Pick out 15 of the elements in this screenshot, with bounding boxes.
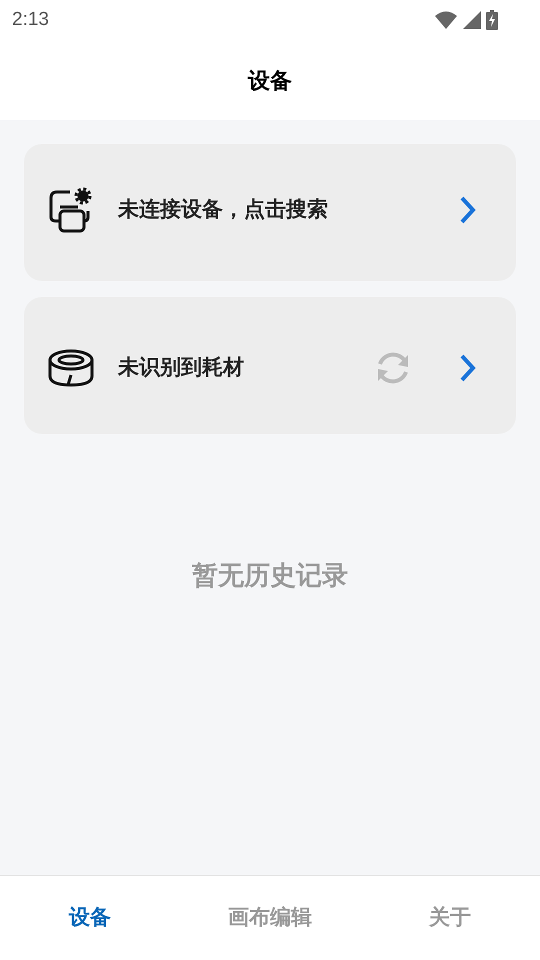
signal-icon [462,10,482,30]
nav-tab[interactable]: 设备 [65,902,115,934]
battery-icon [486,10,498,30]
card-label: 未识别到耗材 [118,355,245,382]
printer-gear-icon [48,187,94,233]
wifi-icon [434,10,458,30]
card-label: 未连接设备，点击搜索 [118,197,329,224]
list-card[interactable]: 未识别到耗材 [24,297,516,434]
chevron-right-icon [460,354,476,382]
tape-roll-icon [48,349,94,387]
page-title: 设备 [248,66,292,94]
status-time: 2:13 [12,8,49,32]
chevron-right-icon [460,196,476,224]
empty-message: 暂无历史记录 [192,559,348,592]
list-card[interactable]: 未连接设备，点击搜索 [24,144,516,281]
